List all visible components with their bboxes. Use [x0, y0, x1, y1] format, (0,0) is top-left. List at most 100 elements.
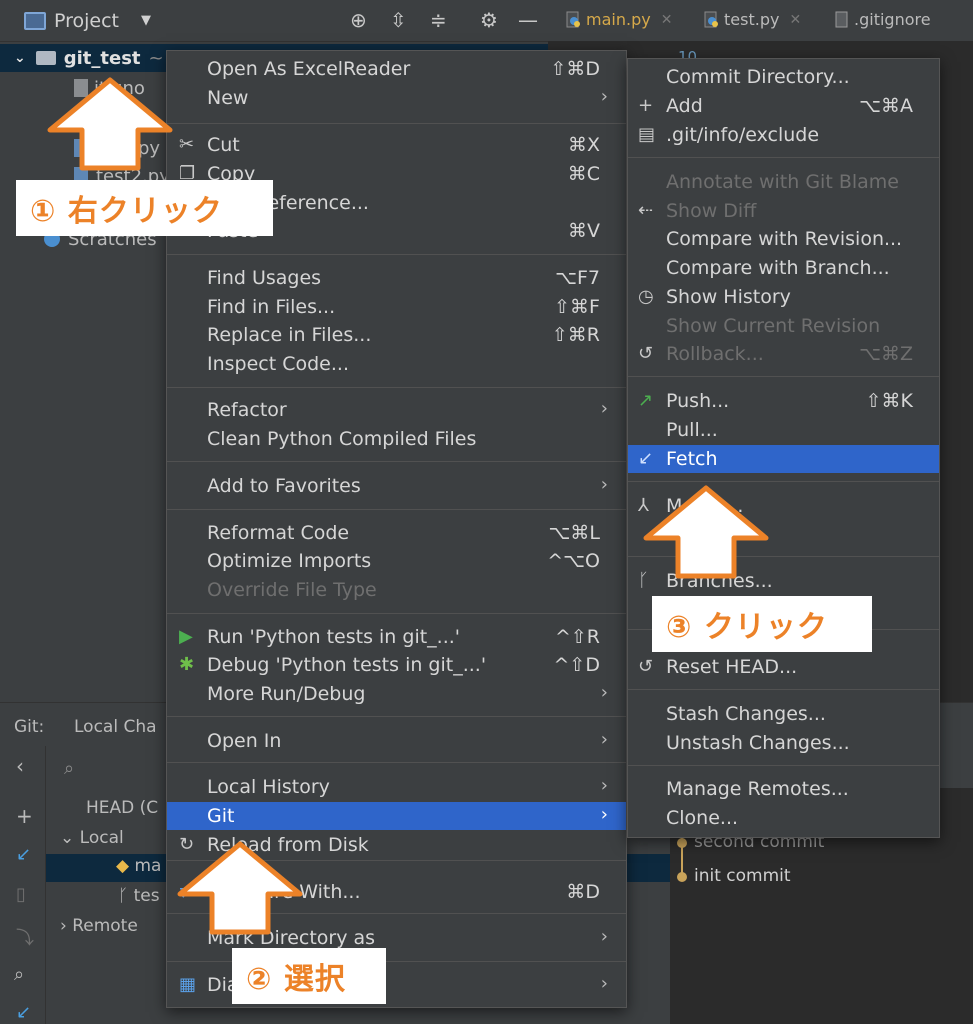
branch-local-group[interactable]: ⌄ Local — [60, 828, 124, 848]
menu-separator — [167, 254, 626, 255]
git-item-stash-changes[interactable]: Stash Changes... — [628, 700, 939, 728]
diff-icon: ⇠ — [638, 200, 654, 221]
git-item-git-info-exclude[interactable]: ▤ .git/info/exclude — [628, 121, 939, 149]
ctx-item-find-in-files[interactable]: Find in Files... ⇧⌘F — [167, 293, 626, 321]
ctx-item-refactor[interactable]: Refactor › — [167, 396, 626, 424]
ctx-item-add-to-favorites[interactable]: Add to Favorites › — [167, 472, 626, 500]
close-icon[interactable]: ✕ — [789, 12, 801, 28]
menu-item-label: Show History — [666, 286, 791, 308]
ctx-item-cut[interactable]: ✂ Cut ⌘X — [167, 131, 626, 159]
menu-separator — [628, 376, 939, 377]
menu-item-label: Git — [207, 805, 235, 827]
git-item-rollback: ↺ Rollback... ⌥⌘Z — [628, 340, 939, 368]
target-icon[interactable]: ⊕ — [350, 8, 367, 32]
update-icon[interactable]: ↙ — [16, 1002, 31, 1023]
tab-main-py[interactable]: main.py ✕ — [566, 10, 672, 29]
menu-item-label: Open In — [207, 730, 282, 752]
tab-gitignore[interactable]: .gitignore — [834, 10, 931, 29]
expand-all-icon[interactable]: ≑ — [430, 8, 447, 32]
ctx-item-git[interactable]: Git › — [167, 802, 626, 830]
branch-head[interactable]: HEAD (C — [86, 798, 158, 818]
python-file-icon — [566, 11, 580, 27]
git-item-commit-directory[interactable]: Commit Directory... — [628, 63, 939, 91]
minimize-icon[interactable]: — — [518, 8, 538, 32]
project-title: Project — [54, 9, 120, 32]
ctx-item-clean-python-compiled-files[interactable]: Clean Python Compiled Files — [167, 425, 626, 453]
menu-item-shortcut: ^⌥O — [547, 550, 600, 572]
ctx-item-find-usages[interactable]: Find Usages ⌥F7 — [167, 264, 626, 292]
ctx-item-new[interactable]: New › — [167, 84, 626, 112]
ctx-item-optimize-imports[interactable]: Optimize Imports ^⌥O — [167, 547, 626, 575]
chevron-right-icon: › — [600, 729, 608, 750]
merge-icon[interactable]: ⤵ — [16, 924, 34, 950]
ctx-item-debug-python-tests-in-git[interactable]: ✱ Debug 'Python tests in git_...' ^⇧D — [167, 651, 626, 679]
checkout-icon[interactable]: ↙ — [16, 844, 31, 865]
git-item-compare-with-branch[interactable]: Compare with Branch... — [628, 254, 939, 282]
chevron-down-icon: ⌄ — [14, 50, 26, 66]
collapse-all-icon[interactable]: ⇳ — [390, 8, 407, 32]
menu-item-label: Local History — [207, 776, 330, 798]
menu-item-shortcut: ⌘X — [567, 134, 600, 156]
ctx-item-more-run-debug[interactable]: More Run/Debug › — [167, 680, 626, 708]
git-item-push[interactable]: ↗ Push... ⇧⌘K — [628, 387, 939, 415]
git-item-compare-with-revision[interactable]: Compare with Revision... — [628, 225, 939, 253]
branch-master[interactable]: ◆ ma — [116, 856, 161, 876]
git-side-toolbar: ‹ + ↙ ▯ ⤵ ⌕ ↙ — [0, 746, 46, 1024]
chevron-right-icon: › — [600, 775, 608, 796]
ctx-item-open-in[interactable]: Open In › — [167, 727, 626, 755]
git-item-clone[interactable]: Clone... — [628, 804, 939, 832]
menu-item-label: More Run/Debug — [207, 683, 366, 705]
commit-dot — [677, 838, 687, 848]
project-window-icon — [24, 11, 46, 30]
rollback-icon: ↺ — [638, 343, 654, 364]
menu-item-label: Fetch — [666, 448, 718, 470]
chevron-right-icon: › — [600, 474, 608, 495]
ctx-item-run-python-tests-in-git[interactable]: ▶ Run 'Python tests in git_...' ^⇧R — [167, 623, 626, 651]
menu-item-shortcut: ⌥F7 — [555, 267, 600, 289]
chevron-down-icon: ▼ — [141, 13, 152, 28]
menu-separator — [628, 481, 939, 482]
branch-test[interactable]: ᚴ tes — [118, 886, 160, 906]
git-item-manage-remotes[interactable]: Manage Remotes... — [628, 775, 939, 803]
menu-item-label: Show Diff — [666, 200, 757, 222]
git-item-pull[interactable]: Pull... — [628, 416, 939, 444]
ctx-item-reformat-code[interactable]: Reformat Code ⌥⌘L — [167, 519, 626, 547]
menu-item-label: Cut — [207, 134, 240, 156]
menu-item-label: Add to Favorites — [207, 475, 361, 497]
back-icon[interactable]: ‹ — [16, 754, 24, 778]
git-panel-label: Git: — [14, 717, 45, 737]
git-item-unstash-changes[interactable]: Unstash Changes... — [628, 729, 939, 757]
ctx-item-open-as-excelreader[interactable]: Open As ExcelReader ⇧⌘D — [167, 55, 626, 83]
plus-icon[interactable]: + — [16, 804, 33, 828]
tab-local-changes[interactable]: Local Cha — [74, 717, 157, 737]
menu-item-label: Override File Type — [207, 579, 377, 601]
menu-item-shortcut: ⌘V — [568, 220, 600, 242]
close-icon[interactable]: ✕ — [661, 12, 673, 28]
scissors-icon: ✂ — [179, 134, 195, 155]
git-item-add[interactable]: + Add ⌥⌘A — [628, 92, 939, 120]
tab-label: test.py — [724, 10, 780, 29]
menu-item-label: Clean Python Compiled Files — [207, 428, 477, 450]
menu-item-label: Clone... — [666, 807, 739, 829]
ctx-item-replace-in-files[interactable]: Replace in Files... ⇧⌘R — [167, 321, 626, 349]
search-icon[interactable]: ⌕ — [64, 758, 74, 779]
git-item-reset-head[interactable]: ↺ Reset HEAD... — [628, 653, 939, 681]
project-view-selector[interactable]: Project ▼ — [10, 10, 151, 32]
tab-test-py[interactable]: test.py ✕ — [704, 10, 801, 29]
menu-separator — [167, 509, 626, 510]
menu-item-shortcut: ⇧⌘K — [865, 390, 913, 412]
tree-root-suffix: ~ — [148, 47, 164, 69]
ctx-item-local-history[interactable]: Local History › — [167, 773, 626, 801]
gear-icon[interactable]: ⚙ — [480, 8, 498, 32]
git-item-fetch[interactable]: ↙ Fetch — [628, 445, 939, 473]
reset-icon: ↺ — [638, 656, 654, 677]
search-icon[interactable]: ⌕ — [14, 964, 24, 985]
branch-remote-group[interactable]: › Remote — [60, 916, 138, 936]
ctx-item-inspect-code[interactable]: Inspect Code... — [167, 350, 626, 378]
commit-message[interactable]: init commit — [694, 866, 791, 886]
git-item-show-history[interactable]: ◷ Show History — [628, 283, 939, 311]
menu-item-shortcut: ⌥⌘L — [548, 522, 600, 544]
delete-icon[interactable]: ▯ — [16, 884, 26, 905]
menu-item-label: Find in Files... — [207, 296, 336, 318]
menu-separator — [628, 765, 939, 766]
